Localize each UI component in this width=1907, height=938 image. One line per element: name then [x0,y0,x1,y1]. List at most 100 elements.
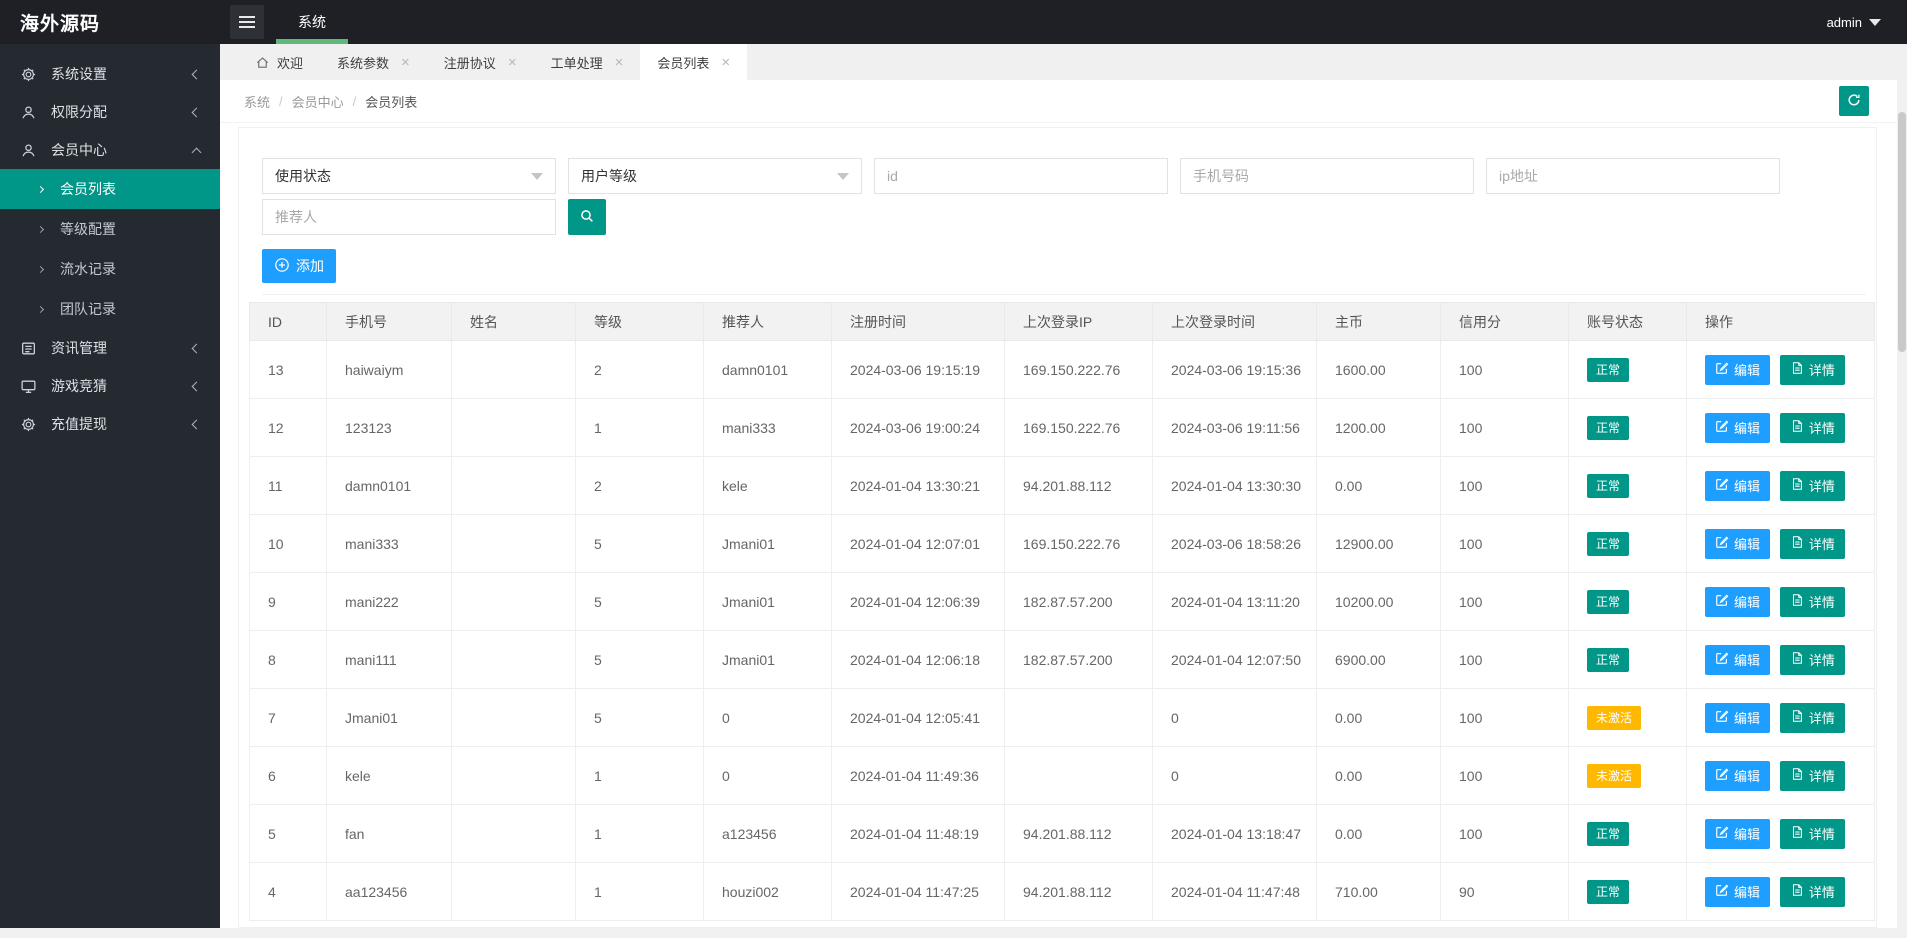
column-header-status: 账号状态 [1568,302,1687,341]
edit-button[interactable]: 编辑 [1705,702,1771,733]
user-menu[interactable]: admin [1827,15,1881,30]
edit-button-label: 编辑 [1734,363,1761,378]
add-button[interactable]: 添加 [262,249,336,283]
column-header-referrer: 推荐人 [703,302,832,341]
tab-member-list[interactable]: 会员列表 × [640,44,748,80]
cell-name [451,862,576,921]
cell-credit: 100 [1440,746,1569,805]
detail-button[interactable]: 详情 [1779,412,1845,443]
sidebar-item-label: 充值提现 [51,416,107,432]
sidebar-item-level-config[interactable]: 等级配置 [0,209,220,249]
edit-button[interactable]: 编辑 [1705,818,1771,849]
cell-credit: 100 [1440,630,1569,689]
close-icon[interactable]: × [401,55,410,70]
cell-last-time: 2024-01-04 13:11:20 [1152,572,1317,631]
cell-referrer: Jmani01 [703,514,832,573]
cell-phone: mani333 [326,514,452,573]
sidebar-toggle-button[interactable] [230,5,264,39]
tab-register-agreement[interactable]: 注册协议 × [427,44,534,80]
sidebar-item-team-records[interactable]: 团队记录 [0,289,220,329]
search-button[interactable] [568,199,606,235]
detail-button[interactable]: 详情 [1779,354,1845,385]
close-icon[interactable]: × [508,55,517,70]
sidebar-item-permissions[interactable]: 权限分配 [0,93,220,131]
edit-icon [1715,651,1729,668]
vertical-scrollbar-thumb[interactable] [1898,112,1906,352]
nav-item-system[interactable]: 系统 [276,0,348,44]
edit-button[interactable]: 编辑 [1705,354,1771,385]
edit-button[interactable]: 编辑 [1705,412,1771,443]
cell-actions: 编辑 详情 [1686,862,1875,921]
detail-button[interactable]: 详情 [1779,644,1845,675]
table-row: 9 mani222 5 Jmani01 2024-01-04 12:06:39 … [249,572,1875,631]
chevron-right-icon [36,185,45,193]
edit-button[interactable]: 编辑 [1705,586,1771,617]
edit-button[interactable]: 编辑 [1705,644,1771,675]
cell-name [451,456,576,515]
tab-system-params[interactable]: 系统参数 × [320,44,427,80]
sidebar-item-recharge-withdraw[interactable]: 充值提现 [0,405,220,443]
cell-status: 正常 [1568,398,1687,457]
cell-name [451,398,576,457]
cell-credit: 100 [1440,456,1569,515]
edit-button-label: 编辑 [1734,421,1761,436]
detail-button[interactable]: 详情 [1779,702,1845,733]
close-icon[interactable]: × [721,55,730,70]
sidebar-item-game-guess[interactable]: 游戏竞猜 [0,367,220,405]
edit-button[interactable]: 编辑 [1705,760,1771,791]
detail-button[interactable]: 详情 [1779,470,1845,501]
cell-coin: 12900.00 [1316,514,1441,573]
edit-button-label: 编辑 [1734,653,1761,668]
cell-actions: 编辑 详情 [1686,630,1875,689]
monitor-icon [20,378,37,395]
table-row: 4 aa123456 1 houzi002 2024-01-04 11:47:2… [249,862,1875,921]
sidebar-item-news-management[interactable]: 资讯管理 [0,329,220,367]
id-input[interactable] [874,158,1168,194]
edit-icon [1715,767,1729,784]
detail-button-label: 详情 [1808,653,1835,668]
sidebar-item-system-settings[interactable]: 系统设置 [0,55,220,93]
chevron-left-icon [191,107,202,117]
edit-button[interactable]: 编辑 [1705,876,1771,907]
refresh-button[interactable] [1839,86,1869,116]
status-badge: 正常 [1587,473,1630,498]
table-row: 11 damn0101 2 kele 2024-01-04 13:30:21 9… [249,456,1875,515]
tab-work-orders[interactable]: 工单处理 × [534,44,641,80]
edit-button[interactable]: 编辑 [1705,528,1771,559]
edit-button[interactable]: 编辑 [1705,470,1771,501]
detail-button[interactable]: 详情 [1779,760,1845,791]
breadcrumb-link-system[interactable]: 系统 [244,92,270,111]
user-level-select[interactable]: 用户等级 [568,158,862,194]
cell-status: 正常 [1568,630,1687,689]
member-list-card: 使用状态 用户等级 id 手机号码 ip地址 推荐人 添加 ID 手机号 姓名 … [238,127,1877,928]
detail-button[interactable]: 详情 [1779,876,1845,907]
gear-icon [20,66,37,83]
table-row: 7 Jmani01 5 0 2024-01-04 12:05:41 0 0.00… [249,688,1875,747]
tab-welcome[interactable]: 欢迎 [238,44,320,80]
status-select[interactable]: 使用状态 [262,158,556,194]
cell-id: 7 [249,688,327,747]
sidebar-item-member-list[interactable]: 会员列表 [0,169,220,209]
phone-input[interactable] [1180,158,1474,194]
column-header-credit: 信用分 [1440,302,1569,341]
edit-icon [1715,477,1729,494]
close-icon[interactable]: × [615,55,624,70]
sidebar-item-flow-records[interactable]: 流水记录 [0,249,220,289]
cell-reg-time: 2024-03-06 19:00:24 [831,398,1005,457]
cell-credit: 100 [1440,572,1569,631]
detail-button[interactable]: 详情 [1779,818,1845,849]
chevron-right-icon [36,305,45,313]
sidebar-item-member-center[interactable]: 会员中心 [0,131,220,169]
detail-button[interactable]: 详情 [1779,586,1845,617]
cell-last-ip: 169.150.222.76 [1004,514,1153,573]
referrer-input[interactable] [262,199,556,235]
ip-input[interactable] [1486,158,1780,194]
tab-label: 注册协议 [443,55,496,71]
detail-button-label: 详情 [1808,827,1835,842]
sidebar-item-label: 会员中心 [51,142,107,158]
status-badge: 正常 [1587,415,1630,440]
table-header-row: ID 手机号 姓名 等级 推荐人 注册时间 上次登录IP 上次登录时间 主币 信… [249,302,1875,341]
cell-last-ip: 169.150.222.76 [1004,398,1153,457]
detail-button[interactable]: 详情 [1779,528,1845,559]
breadcrumb-link-member-center[interactable]: 会员中心 [292,92,344,111]
